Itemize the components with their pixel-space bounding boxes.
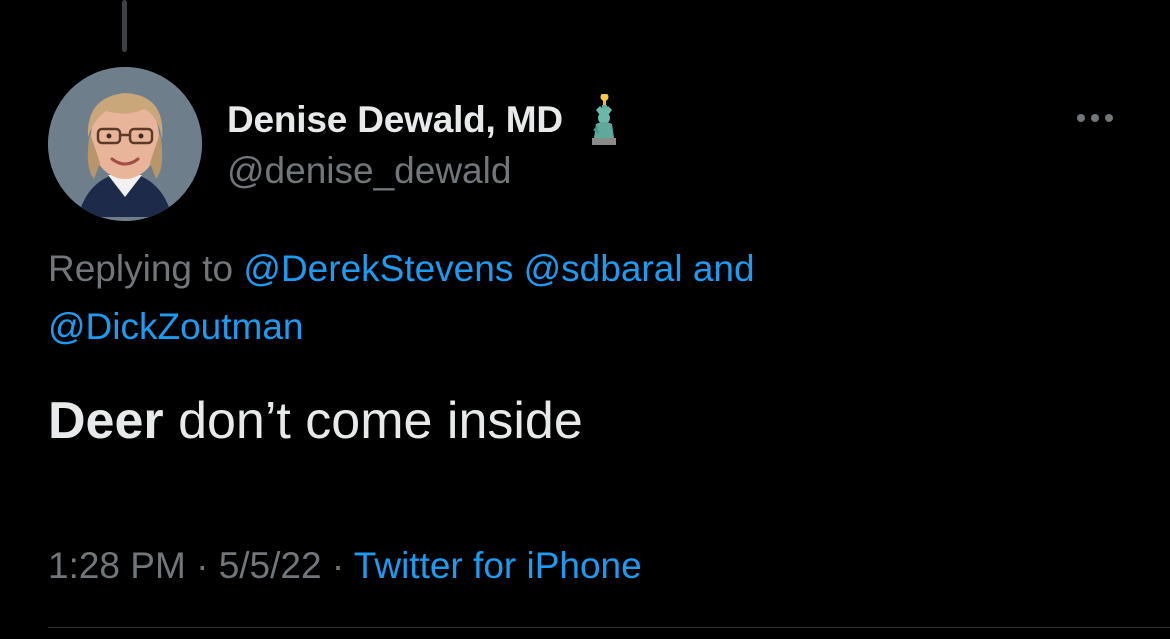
author-handle[interactable]: @denise_dewald [227, 150, 511, 192]
tweet-metadata: 1:28 PM · 5/5/22 · Twitter for iPhone [48, 538, 642, 594]
and-label: and [692, 248, 755, 289]
mention-link[interactable]: @DerekStevens [243, 248, 513, 289]
divider [48, 627, 1170, 628]
tweet-text-rest: don’t come inside [163, 392, 583, 450]
reply-context: Replying to @DerekStevens @sdbaral and @… [48, 240, 1128, 356]
avatar-portrait [48, 67, 202, 221]
tweet-source-link[interactable]: Twitter for iPhone [354, 545, 642, 586]
ellipsis-horizontal-icon [1077, 114, 1085, 122]
ellipsis-dot [1105, 114, 1113, 122]
tweet-text: Deer don’t come inside [48, 385, 583, 457]
author-name-row: Denise Dewald, MD [227, 93, 625, 146]
tweet-date[interactable]: 5/5/22 [219, 545, 322, 586]
thread-connector-line [122, 0, 127, 52]
mention-link[interactable]: @DickZoutman [48, 306, 304, 347]
ellipsis-dot [1091, 114, 1099, 122]
meta-separator: · [331, 545, 345, 586]
avatar[interactable] [48, 67, 202, 221]
mention-link[interactable]: @sdbaral [524, 248, 683, 289]
replying-to-label: Replying to [48, 248, 234, 289]
tweet-time[interactable]: 1:28 PM [48, 545, 186, 586]
display-name[interactable]: Denise Dewald, MD [227, 99, 563, 141]
statue-of-liberty-icon [583, 93, 625, 146]
more-options-button[interactable] [1070, 106, 1120, 130]
meta-separator: · [196, 545, 209, 586]
tweet-text-bold: Deer [48, 392, 164, 450]
